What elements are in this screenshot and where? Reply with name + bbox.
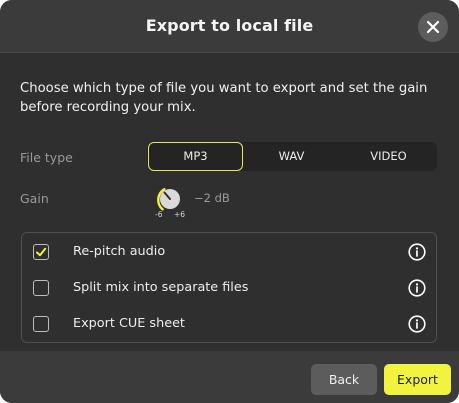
file-type-selector: MP3 WAV VIDEO [147,142,437,171]
info-icon[interactable] [408,315,426,333]
file-type-option-wav[interactable]: WAV [243,142,340,171]
close-icon [426,20,440,34]
gain-min-label: -6 [155,210,163,219]
gain-label: Gain [20,191,49,206]
gain-value: −2 dB [194,191,230,205]
export-button[interactable]: Export [384,364,451,395]
option-label: Split mix into separate files [73,280,249,295]
options-panel: Re-pitch audio Split mix into separate f… [21,232,437,343]
checkmark-icon [36,247,47,257]
checkbox[interactable] [33,316,49,332]
info-icon[interactable] [408,279,426,297]
close-button[interactable] [418,12,448,42]
checkbox[interactable] [33,244,49,260]
gain-max-label: +6 [174,210,186,219]
dialog-body: Choose which type of file you want to ex… [0,53,459,351]
info-icon[interactable] [408,243,426,261]
back-button[interactable]: Back [311,364,377,395]
checkbox[interactable] [33,280,49,296]
option-split-mix[interactable]: Split mix into separate files [22,270,436,306]
dialog-title: Export to local file [145,16,314,35]
file-type-option-mp3[interactable]: MP3 [148,142,243,171]
option-label: Re-pitch audio [73,244,166,259]
option-export-cue-sheet[interactable]: Export CUE sheet [22,306,436,342]
file-type-option-video[interactable]: VIDEO [340,142,437,171]
dialog-footer: Back Export [0,351,459,403]
option-repitch-audio[interactable]: Re-pitch audio [22,234,436,270]
export-dialog: Export to local file Choose which type o… [0,0,459,403]
file-type-label: File type [20,150,73,165]
option-label: Export CUE sheet [73,316,185,331]
intro-text: Choose which type of file you want to ex… [20,81,428,115]
dialog-header: Export to local file [0,0,459,53]
